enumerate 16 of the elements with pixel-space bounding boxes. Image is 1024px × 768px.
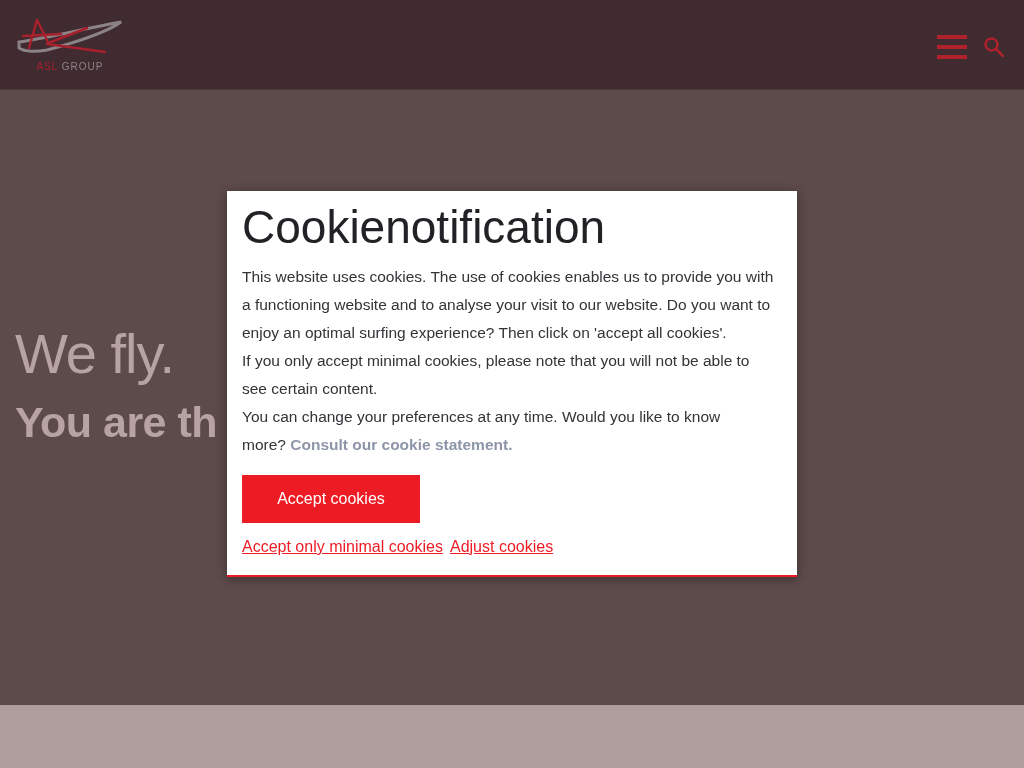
cookie-option-link[interactable]: Accept only minimal cookies xyxy=(242,533,443,561)
dialog-paragraph: This website uses cookies. The use of cookies enables us to provide you with a functioning website and to analyse your visit to our website. Do you want to enjoy an optimal surfing experience? Then click on 'accept all cookies'. xyxy=(242,267,775,343)
logo-text: ASL GROUP xyxy=(36,61,104,73)
dialog-paragraph: If you only accept minimal cookies, please note that you will not be able to see certain content. xyxy=(242,351,751,399)
dialog-title: Cookienotification xyxy=(242,200,606,255)
menu-icon xyxy=(937,35,967,59)
accept-cookies-button[interactable]: Accept cookies xyxy=(242,475,420,523)
hero-subheading: You are th xyxy=(15,397,218,448)
hero-heading: We fly. xyxy=(15,322,174,386)
menu-button[interactable] xyxy=(937,34,967,60)
cookie-statement-link[interactable]: Consult our cookie statement. xyxy=(290,436,513,453)
search-button[interactable] xyxy=(983,36,1005,58)
search-icon xyxy=(984,37,1004,57)
logo-link[interactable]: ASL GROUP xyxy=(17,0,123,73)
dialog-paragraph: You can change your preferences at any time. Would you like to know more? Consult our cookie statement. xyxy=(242,407,722,455)
cookie-option-link[interactable]: Adjust cookies xyxy=(449,533,554,561)
